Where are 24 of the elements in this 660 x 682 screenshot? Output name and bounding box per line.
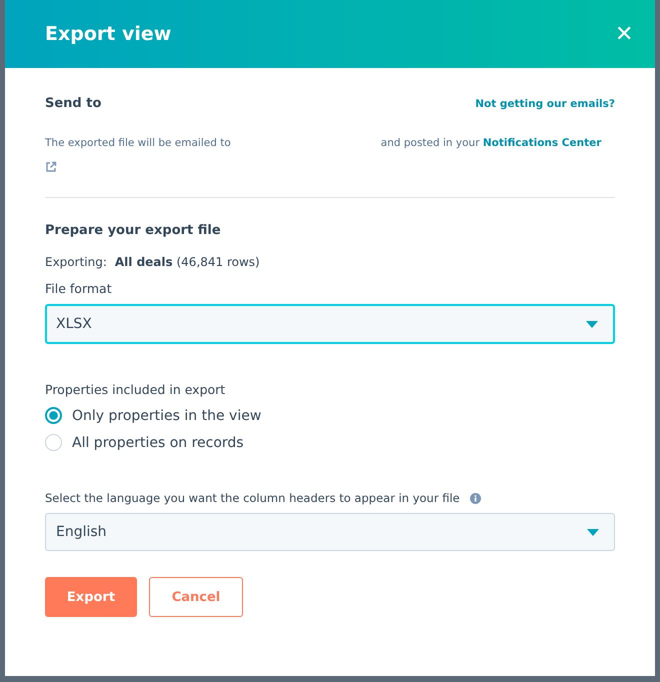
caret-icon [586, 320, 598, 328]
export-button[interactable]: Export [45, 577, 137, 617]
external-link-icon[interactable] [45, 161, 57, 173]
radio-button[interactable] [45, 434, 62, 451]
info-icon[interactable] [470, 492, 481, 504]
close-button[interactable]: ✕ [615, 21, 633, 47]
field-label: Properties included in export [45, 382, 226, 397]
section-heading: Prepare your export file [45, 223, 222, 238]
cancel-button[interactable]: Cancel [149, 577, 243, 617]
file-format-dropdown[interactable]: XLSX [45, 304, 615, 344]
exporting-value: All deals (46,841 rows) [114, 255, 260, 269]
exporting-label: Exporting: [45, 255, 107, 269]
help-link[interactable]: Not getting our emails? [475, 98, 615, 110]
section-heading: Send to [45, 96, 102, 111]
notifications-link[interactable]: Notifications Center [482, 137, 602, 149]
radio-label[interactable]: Only properties in the view [72, 408, 262, 424]
caret-icon [587, 528, 599, 536]
language-dropdown[interactable]: English [45, 513, 615, 551]
radio-button[interactable] [45, 407, 62, 424]
dialog-title: Export view [45, 23, 172, 45]
field-label: File format [45, 281, 113, 296]
field-label: Select the language you want the column headers to appear in your file [45, 491, 460, 505]
email-notice: The exported file will be emailed to and posted in your Notifications Center [45, 136, 602, 151]
radio-label[interactable]: All properties on records [72, 434, 244, 450]
